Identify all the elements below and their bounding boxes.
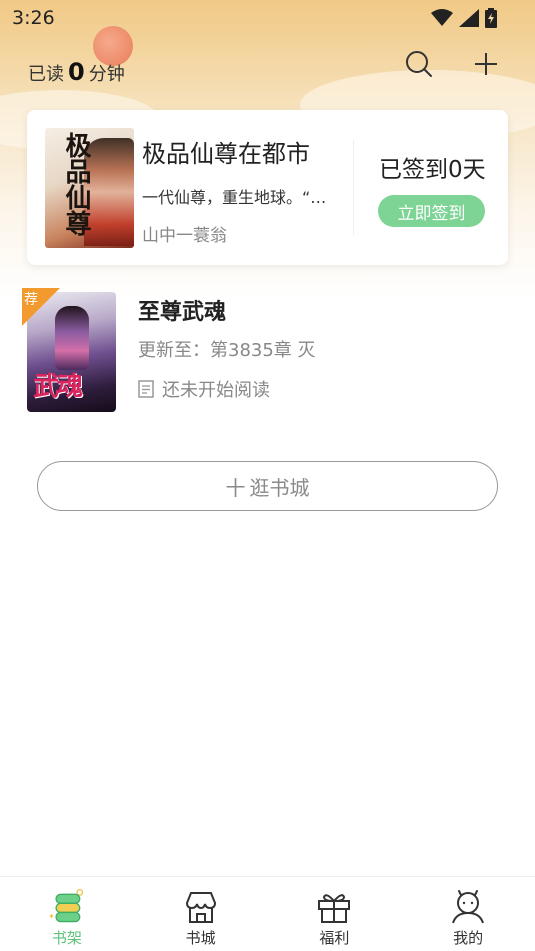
nav-item-welfare[interactable]: 福利 <box>268 877 402 951</box>
cover-figure <box>55 306 89 370</box>
nav-label-store: 书城 <box>185 929 216 947</box>
read-suffix: 分钟 <box>88 64 125 85</box>
bookshelf-item[interactable]: 武魂 荐 至尊武魂 更新至：第3835章 灭 还未开始阅读 <box>0 286 535 416</box>
browse-store-button[interactable]: 十 逛书城 <box>37 461 498 511</box>
nav-item-store[interactable]: 书城 <box>134 877 268 951</box>
cover-figure <box>84 138 134 246</box>
recommended-book-author: 山中一蓑翁 <box>142 226 227 246</box>
nav-label-bookshelf: 书架 <box>51 929 82 947</box>
battery-icon <box>485 8 497 28</box>
cover-logo-art: 武魂 <box>33 372 83 402</box>
document-icon <box>138 380 154 398</box>
search-button[interactable] <box>403 48 435 80</box>
recommended-book-intro: 一代仙尊，重生地球。“… <box>142 188 327 207</box>
nav-label-profile: 我的 <box>453 929 484 947</box>
read-minutes: 0 <box>68 58 85 86</box>
profile-icon <box>448 887 488 927</box>
add-button[interactable] <box>470 48 502 80</box>
cover-title-art: 极品仙尊 <box>61 132 91 236</box>
nav-label-welfare: 福利 <box>319 929 350 947</box>
recommend-badge-label: 荐 <box>24 292 38 308</box>
search-icon <box>406 51 432 77</box>
sign-status: 已签到0天 <box>379 157 486 183</box>
sign-in-button[interactable]: 立即签到 <box>378 195 485 227</box>
signal-icon <box>459 9 479 27</box>
book-title: 至尊武魂 <box>138 300 227 325</box>
plus-icon <box>475 53 497 75</box>
bottom-nav: 书架 书城 福利 我的 <box>0 876 535 951</box>
nav-item-profile[interactable]: 我的 <box>401 877 535 951</box>
bookshelf-icon <box>47 887 87 927</box>
book-progress-text: 还未开始阅读 <box>162 380 270 401</box>
read-prefix: 已读 <box>28 64 64 85</box>
recommended-book-cover[interactable]: 极品仙尊 <box>45 128 134 248</box>
nav-item-bookshelf[interactable]: 书架 <box>0 877 134 951</box>
wifi-icon <box>431 9 453 26</box>
book-update: 更新至：第3835章 灭 <box>138 340 316 361</box>
bookshelf-screen: 3:26 已读 0 分钟 极品仙尊 极品仙尊在都市 一代仙尊，重生地球。“… 山… <box>0 0 535 951</box>
book-progress: 还未开始阅读 <box>138 376 270 402</box>
browse-prefix: 十 <box>225 475 246 500</box>
store-icon <box>181 887 221 927</box>
recommended-book-title[interactable]: 极品仙尊在都市 <box>142 134 310 169</box>
gift-icon <box>314 887 354 927</box>
sign-in-card: 极品仙尊 极品仙尊在都市 一代仙尊，重生地球。“… 山中一蓑翁 已签到0天 立即… <box>27 110 508 265</box>
status-bar: 3:26 <box>0 0 535 36</box>
browse-label: 逛书城 <box>249 475 310 500</box>
card-divider <box>353 140 354 235</box>
reading-time: 已读 0 分钟 <box>28 58 125 86</box>
status-icons <box>431 8 497 28</box>
status-time: 3:26 <box>12 7 55 29</box>
